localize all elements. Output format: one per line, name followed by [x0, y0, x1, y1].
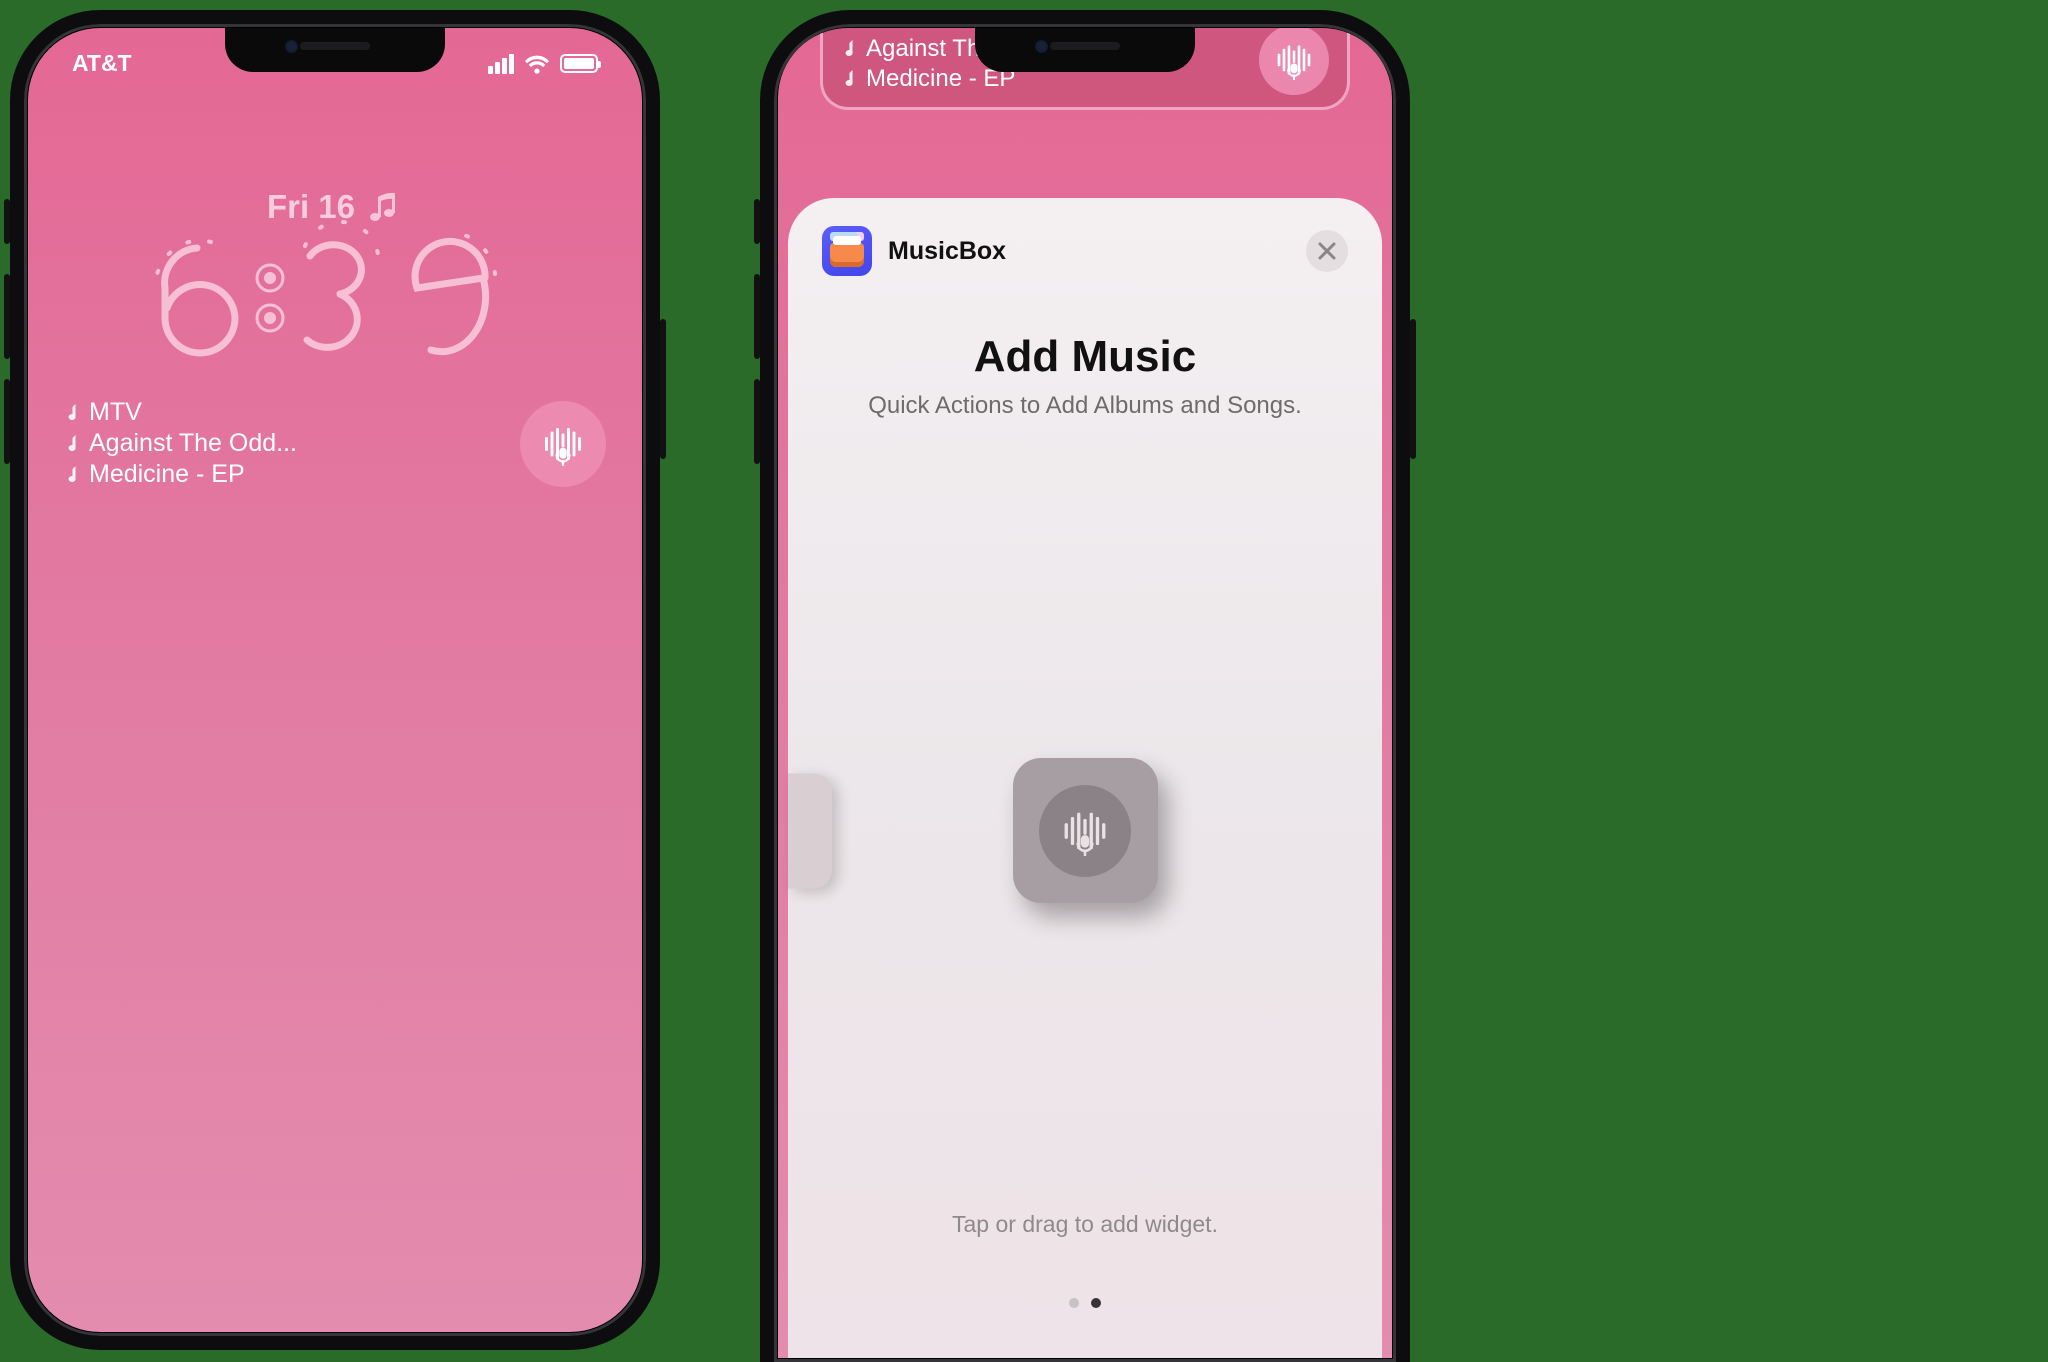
music-note-icon [841, 40, 856, 58]
phone-lockscreen: AT&T Fri 16 [10, 10, 660, 1350]
page-dot[interactable] [1069, 1298, 1079, 1308]
power-button[interactable] [660, 319, 666, 459]
sheet-title: Add Music [822, 332, 1348, 382]
sheet-subtitle: Quick Actions to Add Albums and Songs. [822, 392, 1348, 420]
widget-editor-screen[interactable]: Against The Odd... Medicine - EP [778, 28, 1392, 1358]
page-dot-active[interactable] [1091, 1298, 1101, 1308]
sheet-hint: Tap or drag to add widget. [822, 1211, 1348, 1238]
cellular-signal-icon [488, 54, 514, 74]
notch [975, 28, 1195, 72]
music-recognition-icon [1039, 785, 1131, 877]
volume-down-button[interactable] [754, 379, 760, 464]
widget-preview[interactable] [1013, 758, 1158, 903]
volume-up-button[interactable] [4, 274, 10, 359]
carrier-label: AT&T [72, 50, 132, 77]
list-item[interactable]: MTV [64, 398, 297, 427]
app-name-label: MusicBox [888, 237, 1006, 266]
mute-switch[interactable] [754, 199, 760, 244]
musicbox-app-icon [822, 226, 872, 276]
recent-songs-widget[interactable]: MTV Against The Odd... Medicine - EP [64, 398, 297, 489]
song-title: MTV [89, 398, 142, 427]
close-button[interactable] [1306, 230, 1348, 272]
phone-widget-picker: Against The Odd... Medicine - EP [760, 10, 1410, 1362]
widget-gallery-sheet: MusicBox Add Music Quick Actions to Add … [788, 198, 1382, 1358]
music-recognition-widget[interactable] [520, 401, 606, 487]
song-title: Against The Odd... [89, 429, 297, 458]
music-recognition-widget[interactable] [1259, 28, 1329, 95]
volume-down-button[interactable] [4, 379, 10, 464]
music-note-icon [841, 70, 856, 88]
previous-widget-peek[interactable] [788, 773, 832, 888]
wifi-icon [524, 54, 550, 74]
lock-screen[interactable]: AT&T Fri 16 [28, 28, 642, 1332]
power-button[interactable] [1410, 319, 1416, 459]
battery-icon [560, 54, 598, 73]
lock-widget-area: MTV Against The Odd... Medicine - EP [64, 398, 606, 489]
notch [225, 28, 445, 72]
list-item[interactable]: Medicine - EP [64, 460, 297, 489]
music-note-icon [64, 435, 79, 453]
music-note-icon [64, 466, 79, 484]
page-indicator[interactable] [822, 1298, 1348, 1308]
mute-switch[interactable] [4, 199, 10, 244]
list-item[interactable]: Against The Odd... [64, 429, 297, 458]
lock-clock [28, 218, 642, 373]
music-note-icon [64, 404, 79, 422]
song-title: Medicine - EP [89, 460, 245, 489]
volume-up-button[interactable] [754, 274, 760, 359]
